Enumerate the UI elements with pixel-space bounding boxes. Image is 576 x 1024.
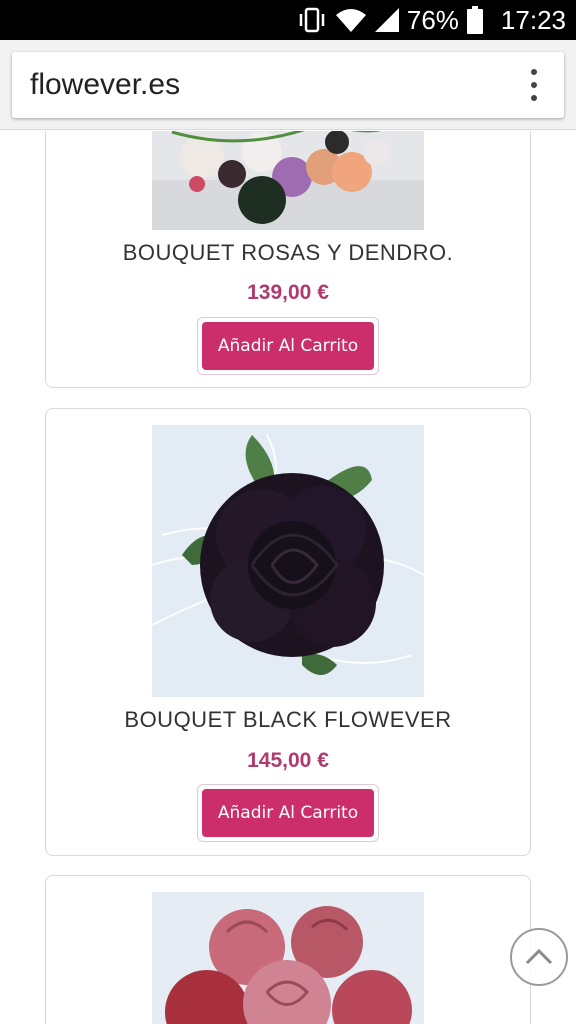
- battery-percent: 76%: [406, 4, 459, 35]
- product-image[interactable]: [152, 425, 424, 697]
- product-card: BOUQUET BLACK FLOWEVER 145,00 € Añadir A…: [45, 408, 531, 856]
- clock-time: 17:23: [500, 4, 566, 35]
- battery-icon: [466, 6, 483, 34]
- product-price: 145,00 €: [247, 749, 329, 772]
- url-text[interactable]: flowever.es: [30, 68, 180, 102]
- signal-icon: [374, 8, 399, 32]
- product-price: 139,00 €: [247, 281, 329, 304]
- status-bar: 76% 17:23: [0, 0, 576, 40]
- wifi-icon: [335, 7, 367, 33]
- scroll-to-top-button[interactable]: [510, 928, 568, 986]
- add-to-cart-button-wrapper: Añadir Al Carrito: [197, 317, 379, 375]
- overflow-menu-icon[interactable]: [522, 69, 546, 101]
- browser-toolbar: flowever.es: [0, 40, 576, 130]
- product-card: BOUQUET ROSAS Y DENDRO. 139,00 € Añadir …: [45, 131, 531, 388]
- add-to-cart-button[interactable]: Añadir Al Carrito: [202, 322, 374, 370]
- add-to-cart-button-wrapper: Añadir Al Carrito: [197, 784, 379, 842]
- add-to-cart-button[interactable]: Añadir Al Carrito: [202, 789, 374, 837]
- product-title[interactable]: BOUQUET BLACK FLOWEVER: [46, 707, 530, 733]
- address-bar[interactable]: flowever.es: [12, 52, 564, 118]
- chevron-up-icon: [525, 948, 553, 965]
- product-image[interactable]: [152, 892, 424, 1024]
- vibrate-icon: [297, 7, 327, 33]
- product-image[interactable]: [152, 131, 424, 230]
- product-card: [45, 875, 531, 1024]
- product-title[interactable]: BOUQUET ROSAS Y DENDRO.: [46, 240, 530, 266]
- product-list: BOUQUET ROSAS Y DENDRO. 139,00 € Añadir …: [0, 131, 576, 1024]
